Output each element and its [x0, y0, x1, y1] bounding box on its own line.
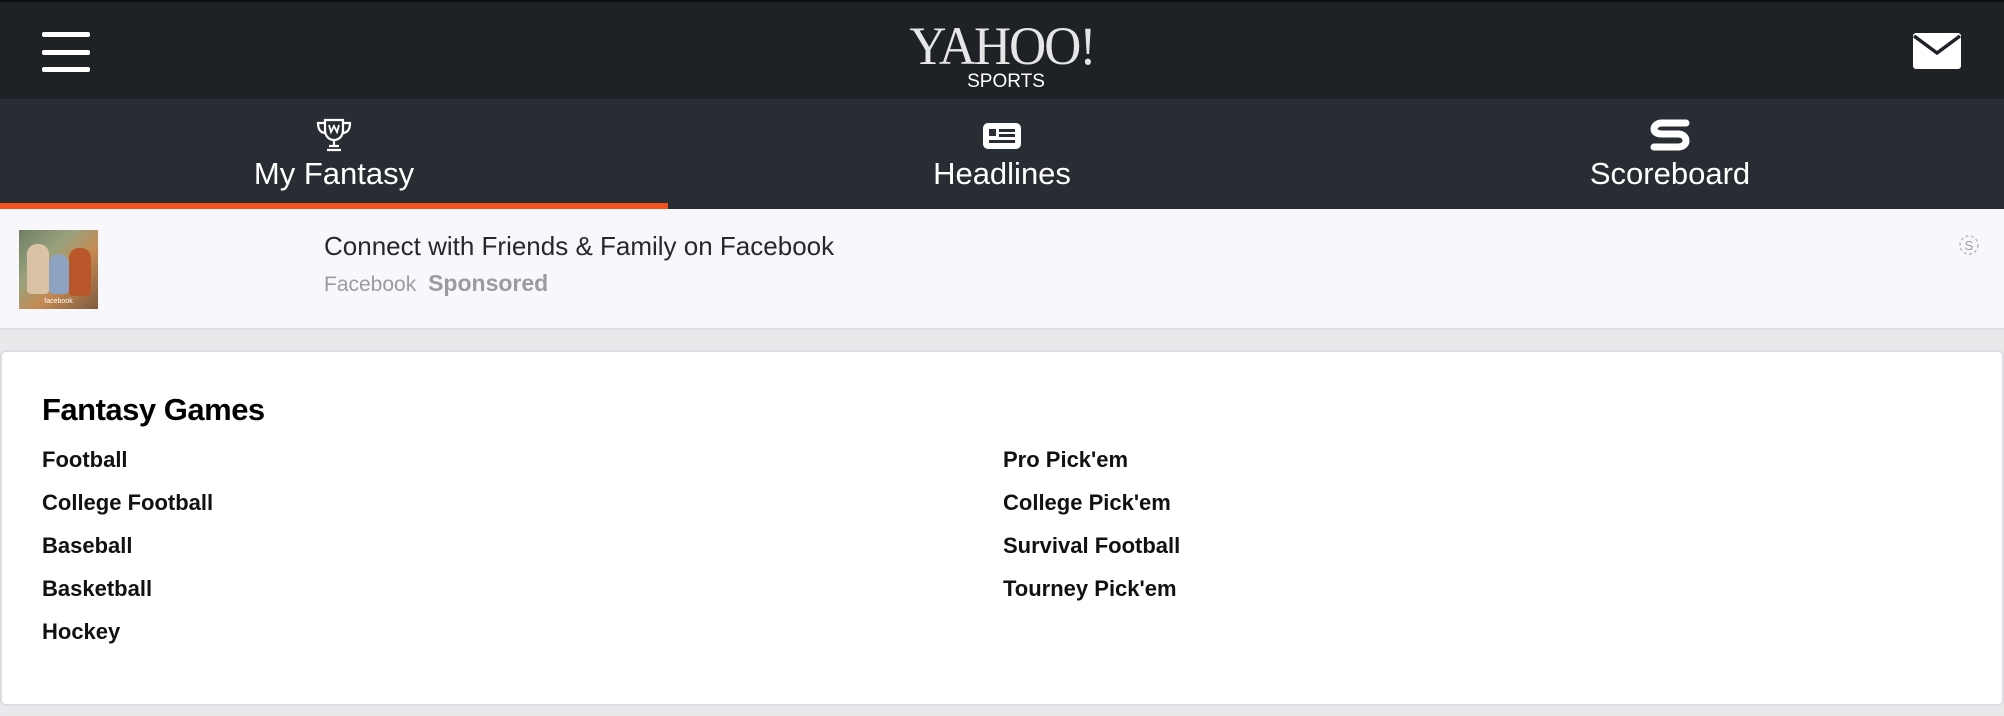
game-link-college-pickem[interactable]: College Pick'em [1003, 489, 1180, 532]
ad-choices-icon[interactable]: S [1955, 231, 1983, 259]
svg-text:S: S [1965, 238, 1974, 253]
sponsored-ad[interactable]: facebook Connect with Friends & Family o… [0, 209, 2004, 330]
ad-source: Facebook [324, 273, 417, 296]
thumb-label: facebook [44, 298, 73, 305]
ad-thumbnail[interactable]: facebook [19, 230, 98, 309]
ad-title[interactable]: Connect with Friends & Family on Faceboo… [324, 231, 834, 262]
game-link-survival-football[interactable]: Survival Football [1003, 532, 1180, 575]
logo-wordmark: YAHOO! [909, 16, 1096, 76]
thumb-figure [69, 248, 91, 296]
game-link-baseball[interactable]: Baseball [42, 532, 213, 575]
hamburger-menu-icon[interactable] [42, 32, 90, 72]
tab-label: My Fantasy [253, 156, 415, 191]
top-bar: YAHOO! SPORTS [0, 0, 2004, 99]
mail-icon[interactable] [1913, 33, 1961, 69]
thumb-figure [27, 244, 49, 294]
games-column-left: Football College Football Baseball Baske… [42, 446, 213, 661]
sponsored-label: Sponsored [428, 270, 549, 296]
hamburger-line [42, 32, 90, 37]
tab-scoreboard[interactable]: Scoreboard [1336, 99, 2004, 209]
ad-meta: Facebook Sponsored [324, 270, 548, 297]
yahoo-sports-logo[interactable]: YAHOO! SPORTS [902, 16, 1102, 92]
game-link-hockey[interactable]: Hockey [42, 618, 213, 661]
tab-label: Scoreboard [1589, 156, 1751, 191]
hamburger-line [42, 67, 90, 72]
tab-label: Headlines [933, 156, 1071, 191]
trophy-icon [314, 117, 354, 153]
fantasy-games-card: Fantasy Games Football College Football … [0, 350, 2004, 706]
thumb-figure [49, 254, 69, 294]
game-link-pro-pickem[interactable]: Pro Pick'em [1003, 446, 1180, 489]
hamburger-line [42, 49, 90, 55]
game-link-tourney-pickem[interactable]: Tourney Pick'em [1003, 575, 1180, 618]
tab-headlines[interactable]: Headlines [668, 99, 1336, 209]
game-link-football[interactable]: Football [42, 446, 213, 489]
scoreboard-s-icon [1650, 117, 1690, 153]
tab-my-fantasy[interactable]: My Fantasy [0, 99, 668, 209]
section-tabs: My Fantasy Headlines Scoreboard [0, 99, 2004, 209]
game-link-college-football[interactable]: College Football [42, 489, 213, 532]
games-column-right: Pro Pick'em College Pick'em Survival Foo… [1003, 446, 1180, 618]
game-link-basketball[interactable]: Basketball [42, 575, 213, 618]
newspaper-icon [983, 117, 1021, 153]
section-title: Fantasy Games [42, 392, 265, 427]
